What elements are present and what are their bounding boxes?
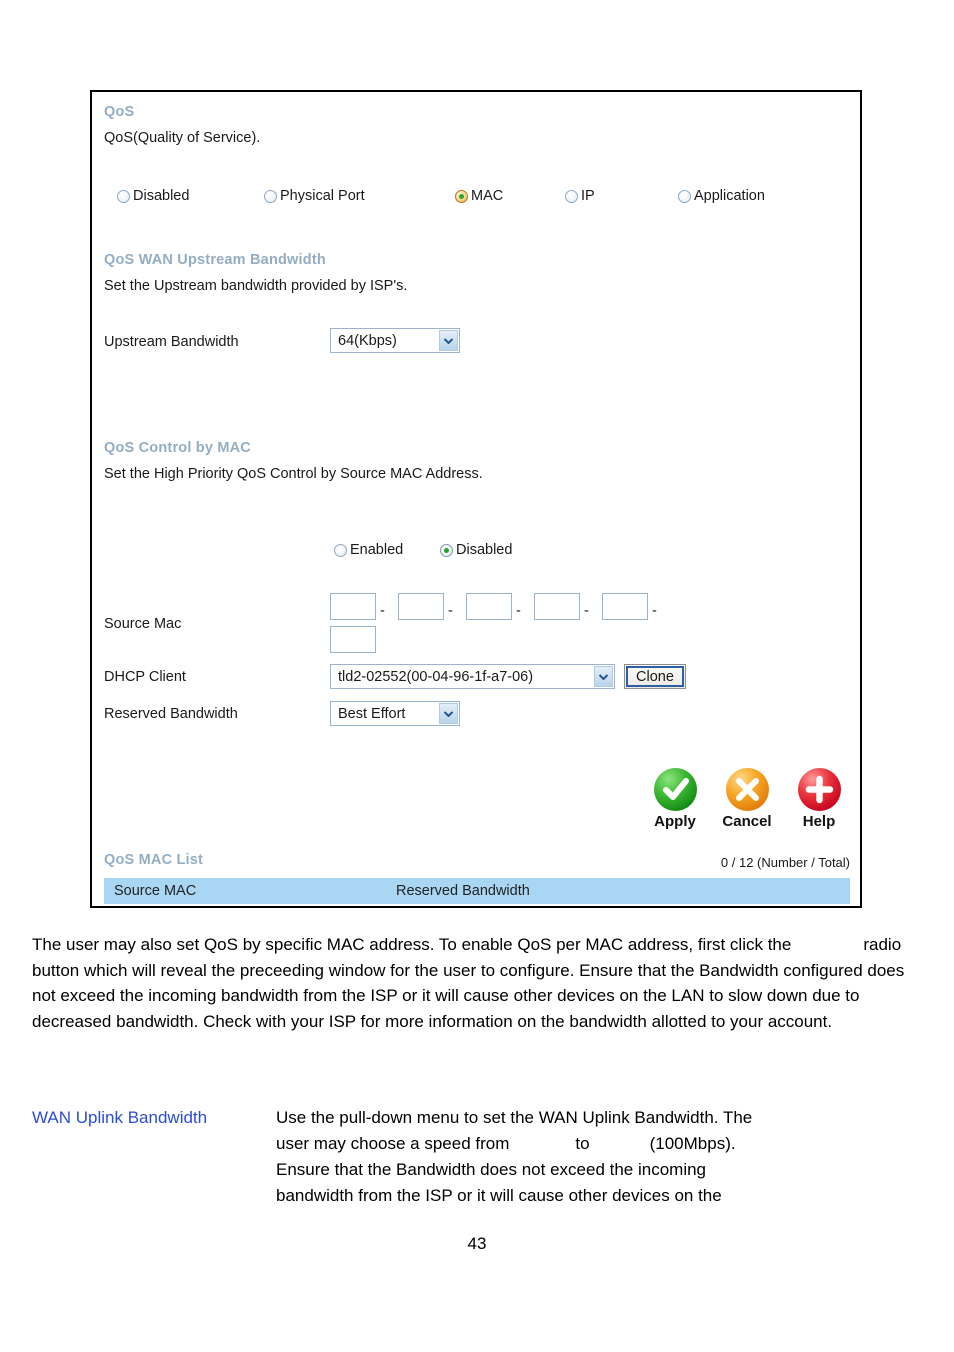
section-description-wan-upstream: Set the Upstream bandwidth provided by I… xyxy=(104,278,408,294)
chevron-down-icon[interactable] xyxy=(439,330,458,351)
chevron-down-icon[interactable] xyxy=(594,666,613,687)
definition-line-2b: to xyxy=(575,1134,590,1153)
qos-mode-radio-mac[interactable]: MAC xyxy=(455,188,503,204)
body-paragraph-part1: The user may also set QoS by specific MA… xyxy=(32,935,792,954)
definition-description: Use the pull-down menu to set the WAN Up… xyxy=(276,1105,926,1209)
qos-mode-label-mac: MAC xyxy=(471,188,504,204)
source-mac-octet-5[interactable] xyxy=(602,593,648,620)
radio-circle-selected-icon xyxy=(440,543,453,557)
mac-list-column-source-mac: Source MAC xyxy=(114,883,197,899)
source-mac-octet-1[interactable] xyxy=(330,593,376,620)
action-button-row[interactable]: Apply Cancel Help xyxy=(650,768,844,830)
mac-separator-5: - xyxy=(652,603,657,619)
definition-line-4: bandwidth from the ISP or it will cause … xyxy=(276,1186,722,1205)
source-mac-octet-6[interactable] xyxy=(330,626,376,653)
source-mac-octet-4[interactable] xyxy=(534,593,580,620)
section-description-qos: QoS(Quality of Service). xyxy=(104,130,261,146)
radio-circle-selected-icon xyxy=(455,189,468,203)
mac-list-count: 0 / 12 (Number / Total) xyxy=(720,855,850,870)
dhcp-client-select[interactable]: tld2-02552(00-04-96-1f-a7-06) xyxy=(330,664,615,689)
mac-list-column-reserved-bandwidth: Reserved Bandwidth xyxy=(396,883,530,899)
qos-mode-label-disabled: Disabled xyxy=(133,188,190,204)
definition-term-wan-uplink-bandwidth: WAN Uplink Bandwidth xyxy=(32,1108,208,1127)
section-heading-control-by-mac: QoS Control by MAC xyxy=(104,440,251,456)
radio-circle-icon xyxy=(678,189,691,203)
mac-control-label-disabled: Disabled xyxy=(456,542,513,558)
reserved-bandwidth-value: Best Effort xyxy=(338,705,406,722)
section-description-control-by-mac: Set the High Priority QoS Control by Sou… xyxy=(104,466,483,482)
body-paragraph: The user may also set QoS by specific MA… xyxy=(32,932,926,1034)
check-circle-icon xyxy=(653,768,697,811)
definition-line-2c: (100Mbps). xyxy=(649,1134,736,1153)
upstream-bandwidth-select[interactable]: 64(Kbps) xyxy=(330,328,460,353)
qos-mode-label-application: Application xyxy=(694,188,765,204)
mac-separator-3: - xyxy=(516,603,521,619)
definition-line-3: Ensure that the Bandwidth does not excee… xyxy=(276,1160,707,1179)
mac-control-radio-disabled[interactable]: Disabled xyxy=(440,542,512,558)
cancel-button[interactable]: Cancel xyxy=(722,768,772,830)
mac-separator-1: - xyxy=(380,603,385,619)
source-mac-octet-2[interactable] xyxy=(398,593,444,620)
mac-separator-4: - xyxy=(584,603,589,619)
section-heading-qos: QoS xyxy=(104,104,135,120)
dhcp-client-value: tld2-02552(00-04-96-1f-a7-06) xyxy=(338,668,534,685)
radio-circle-icon xyxy=(565,189,578,203)
section-heading-mac-list: QoS MAC List xyxy=(104,852,204,868)
mac-control-label-enabled: Enabled xyxy=(350,542,404,558)
source-mac-label: Source Mac xyxy=(104,616,182,632)
page-number: 43 xyxy=(467,1234,487,1253)
upstream-bandwidth-value: 64(Kbps) xyxy=(338,332,397,349)
cancel-button-label: Cancel xyxy=(722,813,772,830)
radio-circle-icon xyxy=(334,543,347,557)
plus-circle-icon xyxy=(797,768,841,811)
reserved-bandwidth-select[interactable]: Best Effort xyxy=(330,701,460,726)
cross-circle-icon xyxy=(725,768,769,811)
radio-circle-icon xyxy=(117,189,130,203)
definition-line-2: user may choose a speed from to (100Mbps). xyxy=(276,1131,926,1157)
source-mac-octet-3[interactable] xyxy=(466,593,512,620)
mac-control-radio-enabled[interactable]: Enabled xyxy=(334,542,403,558)
qos-mode-radio-application[interactable]: Application xyxy=(678,188,765,204)
definition-line-2a: user may choose a speed from xyxy=(276,1134,510,1153)
mac-separator-2: - xyxy=(448,603,453,619)
chevron-down-icon[interactable] xyxy=(439,703,458,724)
radio-circle-icon xyxy=(264,189,277,203)
apply-button[interactable]: Apply xyxy=(650,768,700,830)
qos-mode-label-ip: IP xyxy=(581,188,595,204)
router-config-screenshot: QoS QoS(Quality of Service). Disabled Ph… xyxy=(90,90,862,908)
qos-mode-radio-disabled[interactable]: Disabled xyxy=(117,188,189,204)
upstream-bandwidth-label: Upstream Bandwidth xyxy=(104,334,239,350)
apply-button-label: Apply xyxy=(654,813,696,830)
help-button[interactable]: Help xyxy=(794,768,844,830)
qos-mode-label-physical-port: Physical Port xyxy=(280,188,365,204)
qos-mode-radio-ip[interactable]: IP xyxy=(565,188,595,204)
clone-button[interactable]: Clone xyxy=(624,664,686,689)
reserved-bandwidth-label: Reserved Bandwidth xyxy=(104,706,238,722)
section-heading-wan-upstream: QoS WAN Upstream Bandwidth xyxy=(104,252,326,268)
help-button-label: Help xyxy=(802,813,836,830)
qos-mode-radio-physical-port[interactable]: Physical Port xyxy=(264,188,365,204)
dhcp-client-label: DHCP Client xyxy=(104,669,186,685)
definition-line-1: Use the pull-down menu to set the WAN Up… xyxy=(276,1108,753,1127)
mac-list-header-row: Source MAC Reserved Bandwidth xyxy=(104,878,850,904)
